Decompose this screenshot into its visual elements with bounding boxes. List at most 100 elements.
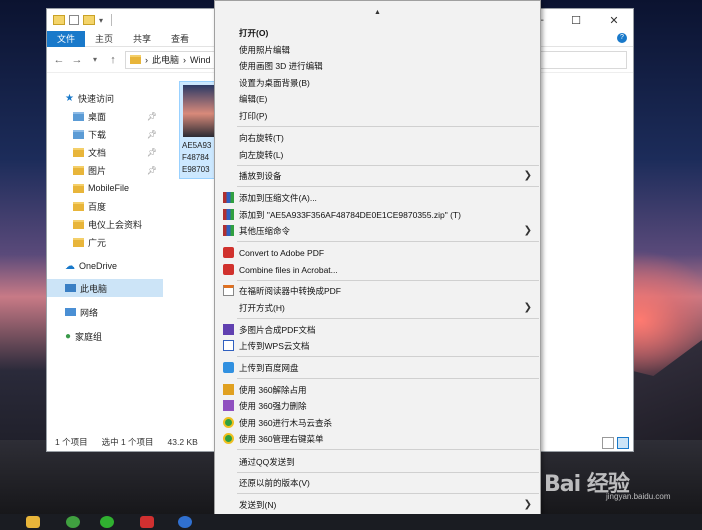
large-icons-view-icon[interactable] bbox=[617, 437, 629, 449]
menu-item-upload-wps[interactable]: 上传到WPS云文档 bbox=[215, 337, 540, 354]
menu-item-upload-baidu[interactable]: 上传到百度网盘 bbox=[215, 359, 540, 376]
menu-item-other-compress[interactable]: 其他压缩命令 ❯ bbox=[215, 222, 540, 239]
sidebar-item-homegroup[interactable]: ● 家庭组 bbox=[47, 327, 163, 345]
menu-item-360-delete[interactable]: 使用 360强力删除 bbox=[215, 397, 540, 414]
title-separator bbox=[111, 14, 113, 26]
menu-item-label: 向左旋转(L) bbox=[239, 149, 284, 160]
acrobat-icon bbox=[223, 264, 234, 275]
homegroup-icon: ● bbox=[65, 330, 72, 342]
menu-item-convert-to-pdf[interactable]: Convert to Adobe PDF bbox=[215, 244, 540, 261]
menu-item-label: 多图片合成PDF文档 bbox=[239, 324, 316, 335]
baidu-netdisk-icon bbox=[223, 362, 234, 373]
tab-file[interactable]: 文件 bbox=[47, 30, 86, 47]
menu-item-label: 打开方式(H) bbox=[239, 302, 285, 313]
recent-dropdown-icon[interactable]: ▾ bbox=[89, 55, 101, 64]
browser-taskbar-icon[interactable] bbox=[66, 516, 80, 528]
menu-item-rotate-left[interactable]: 向左旋转(L) bbox=[215, 146, 540, 163]
scroll-up-arrow-icon[interactable]: ▲ bbox=[215, 9, 540, 16]
back-arrow-icon[interactable]: ← bbox=[53, 54, 65, 66]
pin-icon[interactable]: 📌︎ bbox=[147, 148, 157, 157]
pin-icon[interactable]: 📌︎ bbox=[147, 130, 157, 139]
documents-folder-icon bbox=[73, 147, 84, 157]
sidebar-item-label: 桌面 bbox=[88, 111, 107, 122]
menu-item-open[interactable]: 打开(O) bbox=[215, 24, 540, 41]
tab-home[interactable]: 主页 bbox=[85, 31, 123, 47]
menu-item-edit[interactable]: 编辑(E) bbox=[215, 90, 540, 107]
menu-item-set-as-background[interactable]: 设置为桌面背景(B) bbox=[215, 74, 540, 91]
tab-share[interactable]: 共享 bbox=[123, 31, 161, 47]
app-taskbar-icon[interactable] bbox=[140, 516, 154, 528]
menu-item-label: 其他压缩命令 bbox=[239, 225, 291, 236]
sidebar-item-network[interactable]: 网络 bbox=[47, 303, 163, 321]
breadcrumb-windows[interactable]: Wind bbox=[190, 55, 211, 65]
menu-item-label: 向右旋转(T) bbox=[239, 132, 284, 143]
tab-view[interactable]: 查看 bbox=[161, 31, 199, 47]
new-folder-icon[interactable] bbox=[83, 15, 95, 25]
menu-item-combine-in-acrobat[interactable]: Combine files in Acrobat... bbox=[215, 261, 540, 278]
navigation-pane: ★ 快速访问 桌面 📌︎ 下载 📌︎ 文档 📌︎ 图片 📌︎ MobileFil… bbox=[47, 75, 163, 435]
menu-item-label: 添加到 "AE5A933F356AF48784DE0E1CE9870355.zi… bbox=[239, 209, 461, 220]
menu-item-label: Combine files in Acrobat... bbox=[239, 264, 338, 275]
menu-item-print[interactable]: 打印(P) bbox=[215, 107, 540, 124]
submenu-arrow-icon: ❯ bbox=[523, 170, 532, 181]
menu-item-label: 使用照片编辑 bbox=[239, 44, 291, 55]
sidebar-item-label: 家庭组 bbox=[75, 331, 103, 342]
menu-item-360-unlock[interactable]: 使用 360解除占用 bbox=[215, 381, 540, 398]
sidebar-item-documents[interactable]: 文档 📌︎ bbox=[47, 143, 163, 161]
pdf-merge-icon bbox=[223, 324, 234, 335]
maximize-button[interactable]: ☐ bbox=[557, 9, 595, 31]
app-taskbar-icon[interactable] bbox=[178, 516, 192, 528]
menu-item-edit-with-paint3d[interactable]: 使用画图 3D 进行编辑 bbox=[215, 57, 540, 74]
menu-item-send-to[interactable]: 发送到(N) ❯ bbox=[215, 496, 540, 513]
acrobat-icon bbox=[223, 247, 234, 258]
menu-item-360-manage-menu[interactable]: 使用 360管理右键菜单 bbox=[215, 430, 540, 447]
pin-icon[interactable]: 📌︎ bbox=[147, 166, 157, 175]
menu-item-label: 使用 360强力删除 bbox=[239, 400, 307, 411]
menu-item-360-scan[interactable]: 使用 360进行木马云查杀 bbox=[215, 414, 540, 431]
address-folder-icon bbox=[130, 55, 141, 64]
sidebar-item-downloads[interactable]: 下载 📌︎ bbox=[47, 125, 163, 143]
wps-cloud-icon bbox=[223, 340, 234, 351]
menu-item-rotate-right[interactable]: 向右旋转(T) bbox=[215, 129, 540, 146]
details-view-icon[interactable] bbox=[602, 437, 614, 449]
sidebar-item-guangyuan[interactable]: 广元 bbox=[47, 233, 163, 251]
winrar-icon bbox=[223, 209, 234, 220]
menu-item-label: 在福昕阅读器中转换成PDF bbox=[239, 285, 342, 296]
sidebar-item-baidu[interactable]: 百度 bbox=[47, 197, 163, 215]
wechat-taskbar-icon[interactable] bbox=[100, 516, 114, 528]
menu-item-edit-with-photos[interactable]: 使用照片编辑 bbox=[215, 41, 540, 58]
forward-arrow-icon[interactable]: → bbox=[71, 54, 83, 66]
cloud-icon: ☁ bbox=[65, 260, 75, 272]
up-arrow-icon[interactable]: ↑ bbox=[107, 54, 119, 66]
quick-access-dropdown-icon[interactable]: ▾ bbox=[99, 16, 103, 25]
close-button[interactable]: ✕ bbox=[595, 9, 633, 31]
menu-item-send-via-qq[interactable]: 通过QQ发送到 bbox=[215, 453, 540, 470]
sidebar-item-label: MobileFile bbox=[88, 183, 130, 193]
menu-item-foxit-convert[interactable]: 在福昕阅读器中转换成PDF bbox=[215, 282, 540, 299]
menu-item-open-with[interactable]: 打开方式(H) ❯ bbox=[215, 299, 540, 316]
breadcrumb-this-pc[interactable]: 此电脑 bbox=[152, 53, 179, 66]
pin-icon[interactable]: 📌︎ bbox=[147, 112, 157, 121]
menu-item-label: 使用画图 3D 进行编辑 bbox=[239, 60, 323, 71]
help-icon[interactable]: ? bbox=[617, 33, 627, 43]
menu-item-cast-to-device[interactable]: 播放到设备 ❯ bbox=[215, 167, 540, 184]
menu-item-merge-pdf[interactable]: 多图片合成PDF文档 bbox=[215, 321, 540, 338]
sidebar-item-mobilefile[interactable]: MobileFile bbox=[47, 179, 163, 197]
sidebar-item-label: 此电脑 bbox=[80, 283, 108, 294]
sidebar-item-pictures[interactable]: 图片 📌︎ bbox=[47, 161, 163, 179]
file-explorer-taskbar-icon[interactable] bbox=[26, 516, 40, 528]
star-icon: ★ bbox=[65, 92, 74, 104]
sidebar-item-onedrive[interactable]: ☁ OneDrive bbox=[47, 257, 163, 275]
sidebar-item-desktop[interactable]: 桌面 📌︎ bbox=[47, 107, 163, 125]
menu-item-add-to-archive[interactable]: 添加到压缩文件(A)... bbox=[215, 189, 540, 206]
menu-item-add-to-zip[interactable]: 添加到 "AE5A933F356AF48784DE0E1CE9870355.zi… bbox=[215, 206, 540, 223]
menu-item-restore-previous[interactable]: 还原以前的版本(V) bbox=[215, 474, 540, 491]
sidebar-item-quick-access[interactable]: ★ 快速访问 bbox=[47, 89, 163, 107]
pictures-folder-icon bbox=[73, 165, 84, 175]
menu-item-label: 打开(O) bbox=[239, 27, 269, 38]
sidebar-item-this-pc[interactable]: 此电脑 bbox=[47, 279, 163, 297]
sidebar-item-meeting-docs[interactable]: 电仪上会资料 bbox=[47, 215, 163, 233]
menu-separator bbox=[237, 280, 539, 281]
properties-icon[interactable] bbox=[69, 15, 79, 25]
menu-item-label: 使用 360管理右键菜单 bbox=[239, 433, 324, 444]
